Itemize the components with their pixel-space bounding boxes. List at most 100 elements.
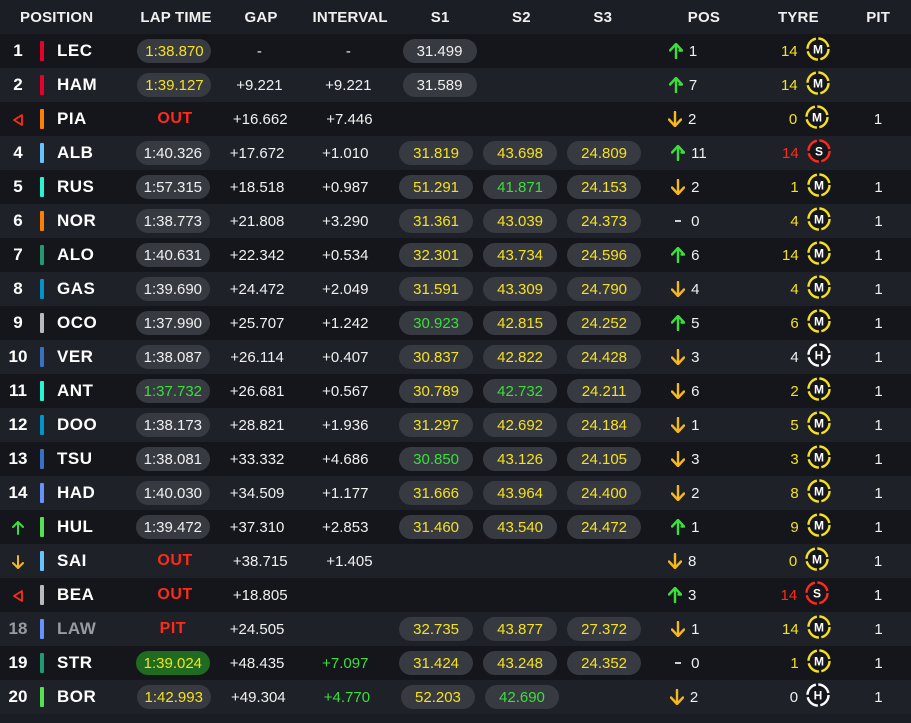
sector-s1-pill: 32.301	[399, 243, 474, 267]
gap-value: +22.342	[229, 246, 285, 264]
position-change-value: 11	[691, 144, 707, 162]
position-marker: 11	[0, 381, 36, 401]
lap-time-cell: PIT	[132, 620, 214, 638]
sector-1-cell: 32.301	[399, 243, 474, 267]
tyre-compound-icon: M	[806, 411, 831, 439]
header-gap[interactable]: GAP	[227, 9, 295, 26]
table-row[interactable]: HUL 1:39.472 +37.310 +2.853 31.460 43.540 24.4…	[0, 510, 911, 544]
lap-time-cell: OUT	[134, 552, 217, 570]
gap-value: -	[256, 42, 262, 60]
sector-1-cell: 31.819	[399, 141, 474, 165]
table-row[interactable]: 4 ALB 1:40.326 +17.672 +1.010 31.819 43.698 24.…	[0, 136, 911, 170]
sector-2-cell: 43.964	[483, 481, 558, 505]
table-row[interactable]: 13 TSU 1:38.081 +33.332 +4.686 30.850 43.126 24…	[0, 442, 911, 476]
sector-s2-pill: 42.822	[483, 345, 558, 369]
lap-time-pill: 1:37.732	[135, 379, 210, 403]
tyre-age: 3	[790, 450, 799, 468]
interval-value: +1.936	[322, 416, 369, 434]
sector-s3-pill: 24.472	[567, 515, 642, 539]
header-position[interactable]: POSITION	[0, 9, 131, 26]
table-row[interactable]: 20 BOR 1:42.993 +49.304 +4.770 52.203 42.690 2 0…	[0, 680, 911, 714]
svg-text:M: M	[814, 212, 824, 226]
driver-code: DOO	[57, 415, 98, 434]
svg-text:M: M	[813, 42, 823, 56]
position-marker: 7	[0, 245, 36, 265]
position-change-value: 4	[691, 280, 700, 298]
header-lap-time[interactable]: LAP TIME	[135, 9, 218, 26]
sector-s1-pill: 52.203	[400, 685, 475, 709]
svg-text:M: M	[812, 552, 822, 566]
tyre-compound-icon: M	[806, 173, 831, 201]
table-row[interactable]: 19 STR 1:39.024 +48.435 +7.097 31.424 43.248 24…	[0, 646, 911, 680]
position-change-value: 3	[691, 348, 700, 366]
gap-value: +17.672	[229, 144, 285, 162]
sector-2-cell: 43.540	[483, 515, 558, 539]
table-row[interactable]: 7 ALO 1:40.631 +22.342 +0.534 32.301 43.734 24.…	[0, 238, 911, 272]
header-interval[interactable]: INTERVAL	[309, 9, 392, 26]
interval-value: +4.686	[322, 450, 369, 468]
table-row[interactable]: SAI OUT +38.715 +1.405 8 0 M 1	[0, 544, 911, 578]
position-cell: 10 VER	[0, 347, 128, 367]
tyre-age: 14	[782, 620, 799, 638]
position-change-cell: 3	[666, 587, 741, 604]
gain-arrow-icon	[669, 145, 687, 161]
position-marker: 8	[0, 279, 36, 299]
pit-count: 1	[874, 484, 883, 502]
lap-time-cell: 1:39.472	[132, 515, 214, 539]
sector-s2-pill: 42.690	[484, 685, 559, 709]
table-row[interactable]: 9 OCO 1:37.990 +25.707 +1.242 30.923 42.815 24.…	[0, 306, 911, 340]
position-change-cell: 2	[669, 485, 743, 502]
position-marker: 4	[0, 143, 36, 163]
position-change-value: 3	[691, 450, 700, 468]
table-row[interactable]: 8 GAS 1:39.690 +24.472 +2.049 31.591 43.309 24.…	[0, 272, 911, 306]
header-s3[interactable]: S3	[567, 9, 638, 26]
position-change-value: 1	[688, 42, 698, 60]
table-row[interactable]: 2 HAM 1:39.127 +9.221 +9.221 31.589 7 14 M	[0, 68, 911, 102]
header-s1[interactable]: S1	[404, 9, 475, 26]
pit-count: 1	[874, 688, 883, 706]
interval-value: +0.407	[322, 348, 369, 366]
position-number: 11	[9, 381, 27, 400]
tyre-age: 9	[790, 518, 799, 536]
table-row[interactable]: 18 LAW PIT +24.505 32.735 43.877 27.372 1 14 M 1	[0, 612, 911, 646]
table-row[interactable]: 12 DOO 1:38.173 +28.821 +1.936 31.297 42.692 24…	[0, 408, 911, 442]
table-row[interactable]: BEA OUT +18.805 3 14 S 1	[0, 578, 911, 612]
table-row[interactable]: 14 HAD 1:40.030 +34.509 +1.177 31.666 43.964 24…	[0, 476, 911, 510]
tyre-cell: 14 M	[752, 37, 846, 65]
position-number: 6	[13, 211, 23, 230]
team-color-bar	[40, 551, 44, 571]
table-row[interactable]: 1 LEC 1:38.870 - - 31.499 1 14 M	[0, 34, 911, 68]
pit-count: 1	[874, 246, 883, 264]
driver-code: HAM	[57, 75, 98, 94]
sector-s1-pill: 51.291	[399, 175, 474, 199]
tyre-compound-icon: M	[806, 649, 831, 677]
interval-value: +7.446	[326, 110, 373, 128]
table-row[interactable]: 10 VER 1:38.087 +26.114 +0.407 30.837 42.822 24…	[0, 340, 911, 374]
sector-1-cell: 31.666	[399, 481, 474, 505]
tyre-compound-icon: M	[806, 275, 831, 303]
position-number: 19	[8, 653, 28, 672]
table-row[interactable]: 11 ANT 1:37.732 +26.681 +0.567 30.789 42.732 24…	[0, 374, 911, 408]
position-cell: 18 LAW	[0, 619, 128, 639]
header-s2[interactable]: S2	[486, 9, 557, 26]
header-tyre[interactable]: TYRE	[751, 9, 845, 26]
table-row[interactable]: 5 RUS 1:57.315 +18.518 +0.987 51.291 41.871 24.…	[0, 170, 911, 204]
table-row[interactable]: PIA OUT +16.662 +7.446 2 0 M 1	[0, 102, 911, 136]
driver-code: HAD	[57, 483, 96, 502]
position-change-cell: 11	[669, 145, 743, 162]
tyre-compound-icon: M	[805, 71, 830, 99]
header-pos-change[interactable]: POS	[666, 9, 741, 26]
lap-time-cell: 1:57.315	[132, 175, 214, 199]
position-number: 4	[13, 143, 23, 162]
position-cell: 19 STR	[0, 653, 128, 673]
position-change-cell: 3	[669, 451, 743, 468]
table-row[interactable]: 6 NOR 1:38.773 +21.808 +3.290 31.361 43.039 24.…	[0, 204, 911, 238]
svg-text:S: S	[813, 586, 821, 600]
lap-time-pill: 1:39.024	[135, 651, 210, 675]
sector-1-cell: 31.361	[399, 209, 474, 233]
tyre-compound-icon: S	[805, 581, 829, 609]
interval-value: +0.567	[322, 382, 369, 400]
position-cell: 1 LEC	[0, 41, 129, 61]
header-pit[interactable]: PIT	[845, 9, 911, 26]
team-color-bar	[40, 619, 44, 639]
